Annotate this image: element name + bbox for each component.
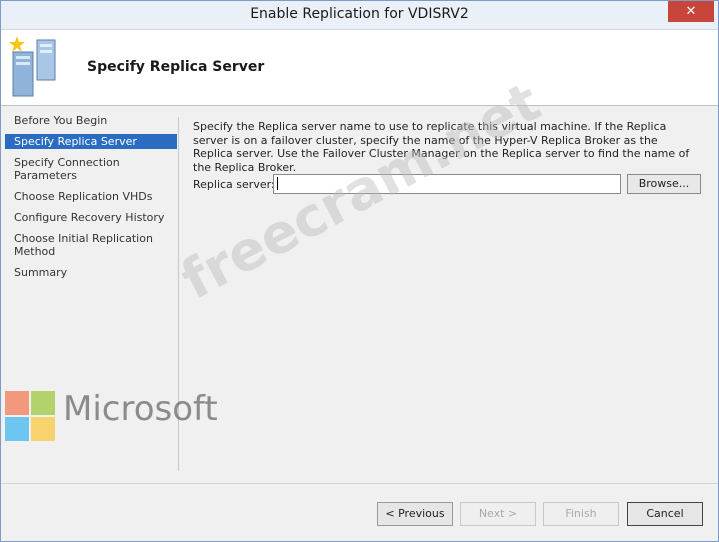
logo-square-blue (5, 417, 29, 441)
nav-item-before-you-begin[interactable]: Before You Begin (5, 113, 177, 128)
previous-button[interactable]: < Previous (377, 502, 453, 526)
close-button[interactable]: ✕ (668, 1, 714, 22)
browse-button[interactable]: Browse... (627, 174, 701, 194)
content-area: Specify the Replica server name to use t… (193, 120, 693, 174)
wizard-window: Enable Replication for VDISRV2 ✕ Specify… (0, 0, 719, 542)
cancel-button[interactable]: Cancel (627, 502, 703, 526)
page-title: Specify Replica Server (87, 59, 265, 75)
wizard-header: Specify Replica Server (1, 30, 718, 106)
window-title: Enable Replication for VDISRV2 (250, 6, 469, 22)
replication-wizard-icon (9, 36, 56, 97)
finish-button[interactable]: Finish (543, 502, 619, 526)
nav-item-specify-replica-server[interactable]: Specify Replica Server (5, 134, 177, 149)
nav-item-specify-connection-parameters[interactable]: Specify Connection Parameters (5, 155, 177, 183)
next-button[interactable]: Next > (460, 502, 536, 526)
logo-square-yellow (31, 417, 55, 441)
replica-server-row: Replica server: Browse... (193, 174, 703, 196)
logo-square-green (31, 391, 55, 415)
replica-server-label: Replica server: (193, 178, 275, 191)
logo-square-red (5, 391, 29, 415)
nav-item-choose-initial-replication-method[interactable]: Choose Initial Replication Method (5, 231, 177, 259)
nav-item-summary[interactable]: Summary (5, 265, 177, 280)
logo-text: Microsoft (63, 389, 218, 429)
replica-server-input[interactable] (273, 174, 621, 194)
instructions-text: Specify the Replica server name to use t… (193, 120, 690, 174)
nav-item-choose-replication-vhds[interactable]: Choose Replication VHDs (5, 189, 177, 204)
nav-item-configure-recovery-history[interactable]: Configure Recovery History (5, 210, 177, 225)
title-bar[interactable]: Enable Replication for VDISRV2 ✕ (1, 1, 718, 30)
text-caret (277, 177, 278, 190)
footer-divider (1, 483, 718, 484)
